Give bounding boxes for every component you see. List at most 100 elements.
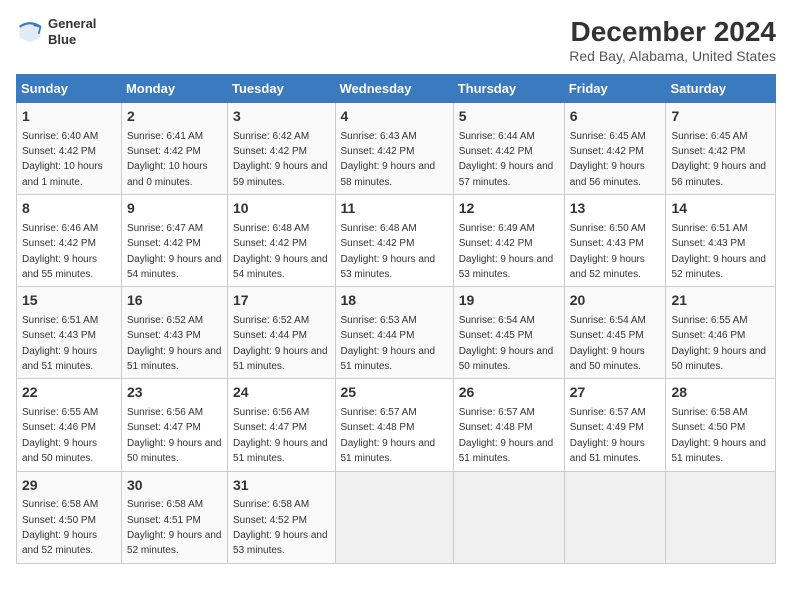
day-info: Sunrise: 6:57 AMSunset: 4:48 PMDaylight:… <box>341 407 436 464</box>
subtitle: Red Bay, Alabama, United States <box>569 48 776 64</box>
day-header-friday: Friday <box>564 75 666 103</box>
day-number: 30 <box>127 476 222 496</box>
calendar-cell: 12 Sunrise: 6:49 AMSunset: 4:42 PMDayligh… <box>453 195 564 287</box>
calendar-cell <box>564 471 666 563</box>
calendar-cell <box>666 471 776 563</box>
day-header-wednesday: Wednesday <box>335 75 453 103</box>
day-number: 5 <box>459 107 559 127</box>
day-header-tuesday: Tuesday <box>228 75 335 103</box>
week-row-1: 1Sunrise: 6:40 AMSunset: 4:42 PMDaylight… <box>17 103 776 195</box>
day-info: Sunrise: 6:54 AMSunset: 4:45 PMDaylight:… <box>570 315 646 372</box>
calendar-cell: 11 Sunrise: 6:48 AMSunset: 4:42 PMDayligh… <box>335 195 453 287</box>
day-header-saturday: Saturday <box>666 75 776 103</box>
day-number: 10 <box>233 199 329 219</box>
day-number: 17 <box>233 291 329 311</box>
day-info: Sunrise: 6:47 AMSunset: 4:42 PMDaylight:… <box>127 223 222 280</box>
day-number: 8 <box>22 199 116 219</box>
day-info: Sunrise: 6:51 AMSunset: 4:43 PMDaylight:… <box>671 223 766 280</box>
logo-text: General Blue <box>48 16 96 47</box>
calendar-cell: 16 Sunrise: 6:52 AMSunset: 4:43 PMDayligh… <box>121 287 227 379</box>
day-number: 12 <box>459 199 559 219</box>
calendar-cell <box>335 471 453 563</box>
day-info: Sunrise: 6:58 AMSunset: 4:50 PMDaylight:… <box>671 407 766 464</box>
page-header: General Blue December 2024 Red Bay, Alab… <box>16 16 776 64</box>
day-number: 28 <box>671 383 770 403</box>
calendar-cell: 5 Sunrise: 6:44 AMSunset: 4:42 PMDaylight… <box>453 103 564 195</box>
day-info: Sunrise: 6:41 AMSunset: 4:42 PMDaylight:… <box>127 131 208 188</box>
day-header-monday: Monday <box>121 75 227 103</box>
day-info: Sunrise: 6:55 AMSunset: 4:46 PMDaylight:… <box>22 407 98 464</box>
calendar-table: SundayMondayTuesdayWednesdayThursdayFrid… <box>16 74 776 564</box>
calendar-cell: 15 Sunrise: 6:51 AMSunset: 4:43 PMDayligh… <box>17 287 122 379</box>
day-info: Sunrise: 6:55 AMSunset: 4:46 PMDaylight:… <box>671 315 766 372</box>
title-section: December 2024 Red Bay, Alabama, United S… <box>569 16 776 64</box>
calendar-cell: 14 Sunrise: 6:51 AMSunset: 4:43 PMDayligh… <box>666 195 776 287</box>
day-info: Sunrise: 6:45 AMSunset: 4:42 PMDaylight:… <box>671 131 766 188</box>
calendar-cell: 3Sunrise: 6:42 AMSunset: 4:42 PMDaylight… <box>228 103 335 195</box>
day-info: Sunrise: 6:51 AMSunset: 4:43 PMDaylight:… <box>22 315 98 372</box>
day-number: 29 <box>22 476 116 496</box>
day-info: Sunrise: 6:54 AMSunset: 4:45 PMDaylight:… <box>459 315 554 372</box>
day-number: 4 <box>341 107 448 127</box>
day-number: 19 <box>459 291 559 311</box>
day-info: Sunrise: 6:56 AMSunset: 4:47 PMDaylight:… <box>127 407 222 464</box>
day-number: 16 <box>127 291 222 311</box>
day-info: Sunrise: 6:40 AMSunset: 4:42 PMDaylight:… <box>22 131 103 188</box>
calendar-cell: 1Sunrise: 6:40 AMSunset: 4:42 PMDaylight… <box>17 103 122 195</box>
day-number: 6 <box>570 107 661 127</box>
calendar-cell: 18Sunrise: 6:53 AMSunset: 4:44 PMDayligh… <box>335 287 453 379</box>
day-number: 27 <box>570 383 661 403</box>
day-info: Sunrise: 6:49 AMSunset: 4:42 PMDaylight:… <box>459 223 554 280</box>
day-info: Sunrise: 6:42 AMSunset: 4:42 PMDaylight:… <box>233 131 328 188</box>
calendar-cell: 2 Sunrise: 6:41 AMSunset: 4:42 PMDaylight… <box>121 103 227 195</box>
day-info: Sunrise: 6:43 AMSunset: 4:42 PMDaylight:… <box>341 131 436 188</box>
day-info: Sunrise: 6:52 AMSunset: 4:44 PMDaylight:… <box>233 315 328 372</box>
week-row-4: 22Sunrise: 6:55 AMSunset: 4:46 PMDayligh… <box>17 379 776 471</box>
calendar-cell: 31Sunrise: 6:58 AMSunset: 4:52 PMDayligh… <box>228 471 335 563</box>
day-number: 14 <box>671 199 770 219</box>
day-info: Sunrise: 6:57 AMSunset: 4:49 PMDaylight:… <box>570 407 646 464</box>
calendar-cell: 22Sunrise: 6:55 AMSunset: 4:46 PMDayligh… <box>17 379 122 471</box>
calendar-cell: 26Sunrise: 6:57 AMSunset: 4:48 PMDayligh… <box>453 379 564 471</box>
logo: General Blue <box>16 16 96 47</box>
day-number: 24 <box>233 383 329 403</box>
day-info: Sunrise: 6:52 AMSunset: 4:43 PMDaylight:… <box>127 315 222 372</box>
calendar-cell: 21 Sunrise: 6:55 AMSunset: 4:46 PMDayligh… <box>666 287 776 379</box>
calendar-cell: 27 Sunrise: 6:57 AMSunset: 4:49 PMDayligh… <box>564 379 666 471</box>
day-number: 23 <box>127 383 222 403</box>
calendar-cell: 9Sunrise: 6:47 AMSunset: 4:42 PMDaylight… <box>121 195 227 287</box>
day-info: Sunrise: 6:56 AMSunset: 4:47 PMDaylight:… <box>233 407 328 464</box>
day-number: 15 <box>22 291 116 311</box>
day-number: 20 <box>570 291 661 311</box>
day-number: 25 <box>341 383 448 403</box>
calendar-cell: 29 Sunrise: 6:58 AMSunset: 4:50 PMDayligh… <box>17 471 122 563</box>
week-row-3: 15 Sunrise: 6:51 AMSunset: 4:43 PMDayligh… <box>17 287 776 379</box>
calendar-cell: 28 Sunrise: 6:58 AMSunset: 4:50 PMDayligh… <box>666 379 776 471</box>
day-info: Sunrise: 6:44 AMSunset: 4:42 PMDaylight:… <box>459 131 554 188</box>
day-number: 11 <box>341 199 448 219</box>
header-row: SundayMondayTuesdayWednesdayThursdayFrid… <box>17 75 776 103</box>
day-info: Sunrise: 6:50 AMSunset: 4:43 PMDaylight:… <box>570 223 646 280</box>
day-number: 2 <box>127 107 222 127</box>
calendar-cell: 23 Sunrise: 6:56 AMSunset: 4:47 PMDayligh… <box>121 379 227 471</box>
day-number: 21 <box>671 291 770 311</box>
day-number: 7 <box>671 107 770 127</box>
day-info: Sunrise: 6:58 AMSunset: 4:51 PMDaylight:… <box>127 499 222 556</box>
day-info: Sunrise: 6:53 AMSunset: 4:44 PMDaylight:… <box>341 315 436 372</box>
calendar-cell: 10Sunrise: 6:48 AMSunset: 4:42 PMDayligh… <box>228 195 335 287</box>
week-row-5: 29 Sunrise: 6:58 AMSunset: 4:50 PMDayligh… <box>17 471 776 563</box>
day-number: 13 <box>570 199 661 219</box>
calendar-cell: 17 Sunrise: 6:52 AMSunset: 4:44 PMDayligh… <box>228 287 335 379</box>
day-header-thursday: Thursday <box>453 75 564 103</box>
main-title: December 2024 <box>569 16 776 48</box>
calendar-cell: 8Sunrise: 6:46 AMSunset: 4:42 PMDaylight… <box>17 195 122 287</box>
day-number: 31 <box>233 476 329 496</box>
calendar-cell: 6 Sunrise: 6:45 AMSunset: 4:42 PMDaylight… <box>564 103 666 195</box>
day-info: Sunrise: 6:57 AMSunset: 4:48 PMDaylight:… <box>459 407 554 464</box>
day-header-sunday: Sunday <box>17 75 122 103</box>
calendar-cell <box>453 471 564 563</box>
day-info: Sunrise: 6:45 AMSunset: 4:42 PMDaylight:… <box>570 131 646 188</box>
day-info: Sunrise: 6:48 AMSunset: 4:42 PMDaylight:… <box>341 223 436 280</box>
calendar-cell: 30 Sunrise: 6:58 AMSunset: 4:51 PMDayligh… <box>121 471 227 563</box>
day-info: Sunrise: 6:58 AMSunset: 4:50 PMDaylight:… <box>22 499 98 556</box>
